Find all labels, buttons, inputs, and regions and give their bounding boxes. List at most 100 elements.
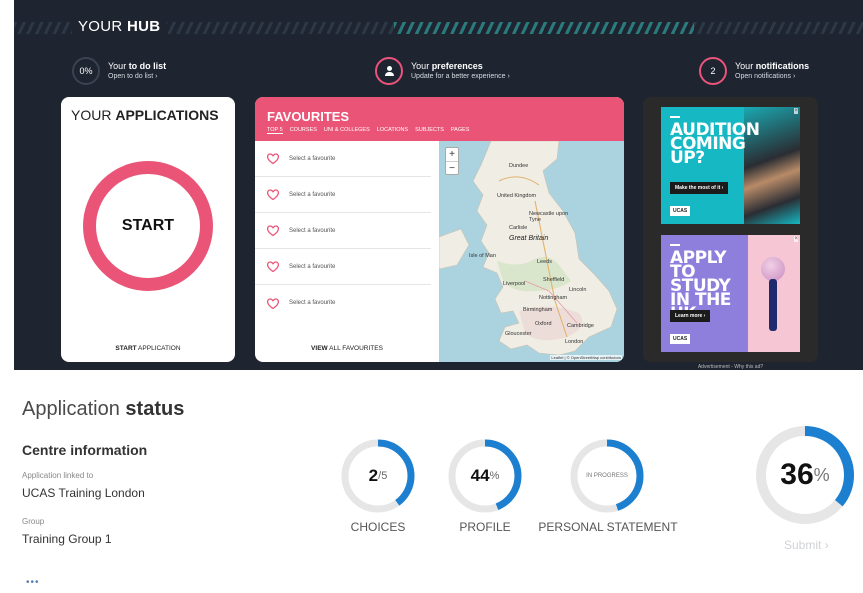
favourite-slot-label: Select a favourite: [289, 300, 336, 306]
map-label: Gloucester: [505, 331, 532, 337]
ad-close-icon[interactable]: ×: [794, 236, 798, 242]
choices-value: 2/5: [368, 466, 388, 485]
group-value: Training Group 1: [22, 532, 112, 546]
preferences-avatar-circle: [375, 57, 403, 85]
applications-title: YOUR APPLICATIONS: [71, 107, 219, 123]
overall-progress-gauge: 36%: [753, 423, 857, 527]
map-label: Liverpool: [503, 281, 526, 287]
personal-statement-gauge[interactable]: IN PROGRESS: [568, 437, 646, 515]
centre-information-heading: Centre information: [22, 442, 148, 458]
preferences-update-link[interactable]: Update for a better experience ›: [411, 72, 510, 82]
personal-statement-value: IN PROGRESS: [586, 473, 628, 479]
map-label: Carlisle: [509, 225, 528, 231]
ad-close-icon[interactable]: ×: [794, 108, 798, 114]
notifications-link[interactable]: 2 Your notifications Open notifications …: [699, 57, 809, 85]
zoom-out-button[interactable]: −: [446, 161, 458, 174]
profile-gauge[interactable]: 44%: [446, 437, 524, 515]
tab-locations[interactable]: LOCATIONS: [377, 127, 408, 134]
tab-pages[interactable]: PAGES: [451, 127, 470, 134]
map-label: Isle of Man: [469, 253, 496, 259]
tab-top-5[interactable]: TOP 5: [267, 127, 283, 134]
heart-icon: [267, 153, 279, 164]
decorative-stripe-accent: [394, 22, 694, 34]
map-label: Lincoln: [569, 287, 587, 293]
microphone-icon: [761, 257, 785, 281]
map-label: Great Britain: [509, 235, 549, 242]
application-linked-value: UCAS Training London: [22, 486, 145, 500]
heart-icon: [267, 225, 279, 236]
application-linked-label: Application linked to: [22, 471, 94, 480]
map-attribution[interactable]: Leaflet | © OpenStreetMap contributors: [550, 355, 622, 360]
profile-value: 44%: [470, 466, 500, 485]
map-label: Newcastle upon Tyne: [529, 211, 569, 223]
favourite-slot-label: Select a favourite: [289, 155, 336, 162]
list-item[interactable]: Select a favourite: [255, 177, 431, 213]
list-item[interactable]: Select a favourite: [255, 285, 431, 321]
ad-cta-button[interactable]: Make the most of it ›: [670, 182, 729, 194]
ucas-logo: UCAS: [670, 334, 691, 344]
start-application-link[interactable]: START APPLICATION: [61, 345, 235, 352]
map-label: Dundee: [509, 163, 529, 169]
heart-icon: [267, 261, 279, 272]
favourite-slot-label: Select a favourite: [289, 263, 336, 270]
list-item[interactable]: Select a favourite: [255, 213, 431, 249]
ad-headline: AUDITION COMING UP?: [670, 120, 760, 168]
notifications-count-badge: 2: [699, 57, 727, 85]
zoom-in-button[interactable]: +: [446, 148, 458, 161]
map-landmass: [439, 141, 618, 356]
ad-accent-bar: [670, 244, 680, 246]
ad-cta-button[interactable]: Learn more ›: [670, 310, 711, 322]
more-options-icon[interactable]: •••: [26, 578, 40, 588]
favourites-map[interactable]: + − Dundee United Kingdom Newcastle upon…: [439, 141, 624, 362]
choices-gauge[interactable]: 2/5: [339, 437, 417, 515]
map-label: Cambridge: [567, 323, 594, 329]
personal-statement-label[interactable]: PERSONAL STATEMENT: [530, 520, 686, 534]
favourites-header: FAVOURITES TOP 5 COURSES UNI & COLLEGES …: [255, 97, 624, 141]
view-all-favourites-link[interactable]: VIEW ALL FAVOURITES: [255, 345, 439, 352]
map-label: Nottingham: [539, 295, 568, 301]
tab-subjects[interactable]: SUBJECTS: [415, 127, 444, 134]
favourites-list: Select a favourite Select a favourite Se…: [255, 141, 439, 321]
audition-ad[interactable]: AUDITION COMING UP? Make the most of it …: [661, 107, 800, 224]
notifications-heading: Your notifications: [735, 60, 810, 71]
favourites-title: FAVOURITES: [267, 109, 350, 124]
start-application-button[interactable]: START: [83, 161, 213, 291]
todo-heading: Your to do list: [108, 60, 167, 71]
tab-courses[interactable]: COURSES: [290, 127, 317, 134]
applications-card: YOUR APPLICATIONS START START APPLICATIO…: [61, 97, 235, 362]
todo-open-link[interactable]: Open to do list ›: [108, 72, 166, 82]
heart-icon: [267, 189, 279, 200]
group-label: Group: [22, 517, 45, 526]
ucas-logo: UCAS: [670, 206, 691, 216]
map-label: London: [565, 339, 584, 345]
profile-label[interactable]: PROFILE: [446, 520, 524, 534]
study-uk-ad[interactable]: APPLY TO STUDY IN THE UK Learn more › UC…: [661, 235, 800, 352]
favourites-tabs: TOP 5 COURSES UNI & COLLEGES LOCATIONS S…: [267, 127, 624, 134]
notifications-open-link[interactable]: Open notifications ›: [735, 72, 809, 82]
map-label: Leeds: [537, 259, 552, 265]
map-zoom-controls: + −: [445, 147, 459, 175]
submit-button[interactable]: Submit ›: [784, 538, 829, 552]
map-label: Birmingham: [523, 307, 553, 313]
choices-label[interactable]: CHOICES: [339, 520, 417, 534]
overall-value: 36%: [780, 458, 830, 491]
advertisement-panel: AUDITION COMING UP? Make the most of it …: [643, 97, 818, 370]
tab-uni-colleges[interactable]: UNI & COLLEGES: [324, 127, 370, 134]
microphone-image: [748, 235, 800, 352]
heart-icon: [267, 297, 279, 309]
map-label: United Kingdom: [497, 193, 537, 199]
preferences-link[interactable]: Your preferences Update for a better exp…: [375, 57, 510, 85]
application-status-title: Application status: [22, 398, 185, 420]
map-label: Sheffield: [543, 277, 565, 283]
favourites-card: FAVOURITES TOP 5 COURSES UNI & COLLEGES …: [255, 97, 624, 362]
favourite-slot-label: Select a favourite: [289, 227, 336, 234]
preferences-heading: Your preferences: [411, 60, 483, 71]
todo-list-link[interactable]: 0% Your to do list Open to do list ›: [72, 57, 166, 85]
ad-accent-bar: [670, 116, 680, 118]
list-item[interactable]: Select a favourite: [255, 249, 431, 285]
your-hub-panel: YOUR HUB 0% Your to do list Open to do l…: [14, 0, 863, 370]
list-item[interactable]: Select a favourite: [255, 141, 431, 177]
start-label: START: [121, 217, 175, 234]
microphone-handle: [769, 279, 777, 331]
ad-footer[interactable]: Advertisement - Why this ad?: [643, 364, 818, 370]
